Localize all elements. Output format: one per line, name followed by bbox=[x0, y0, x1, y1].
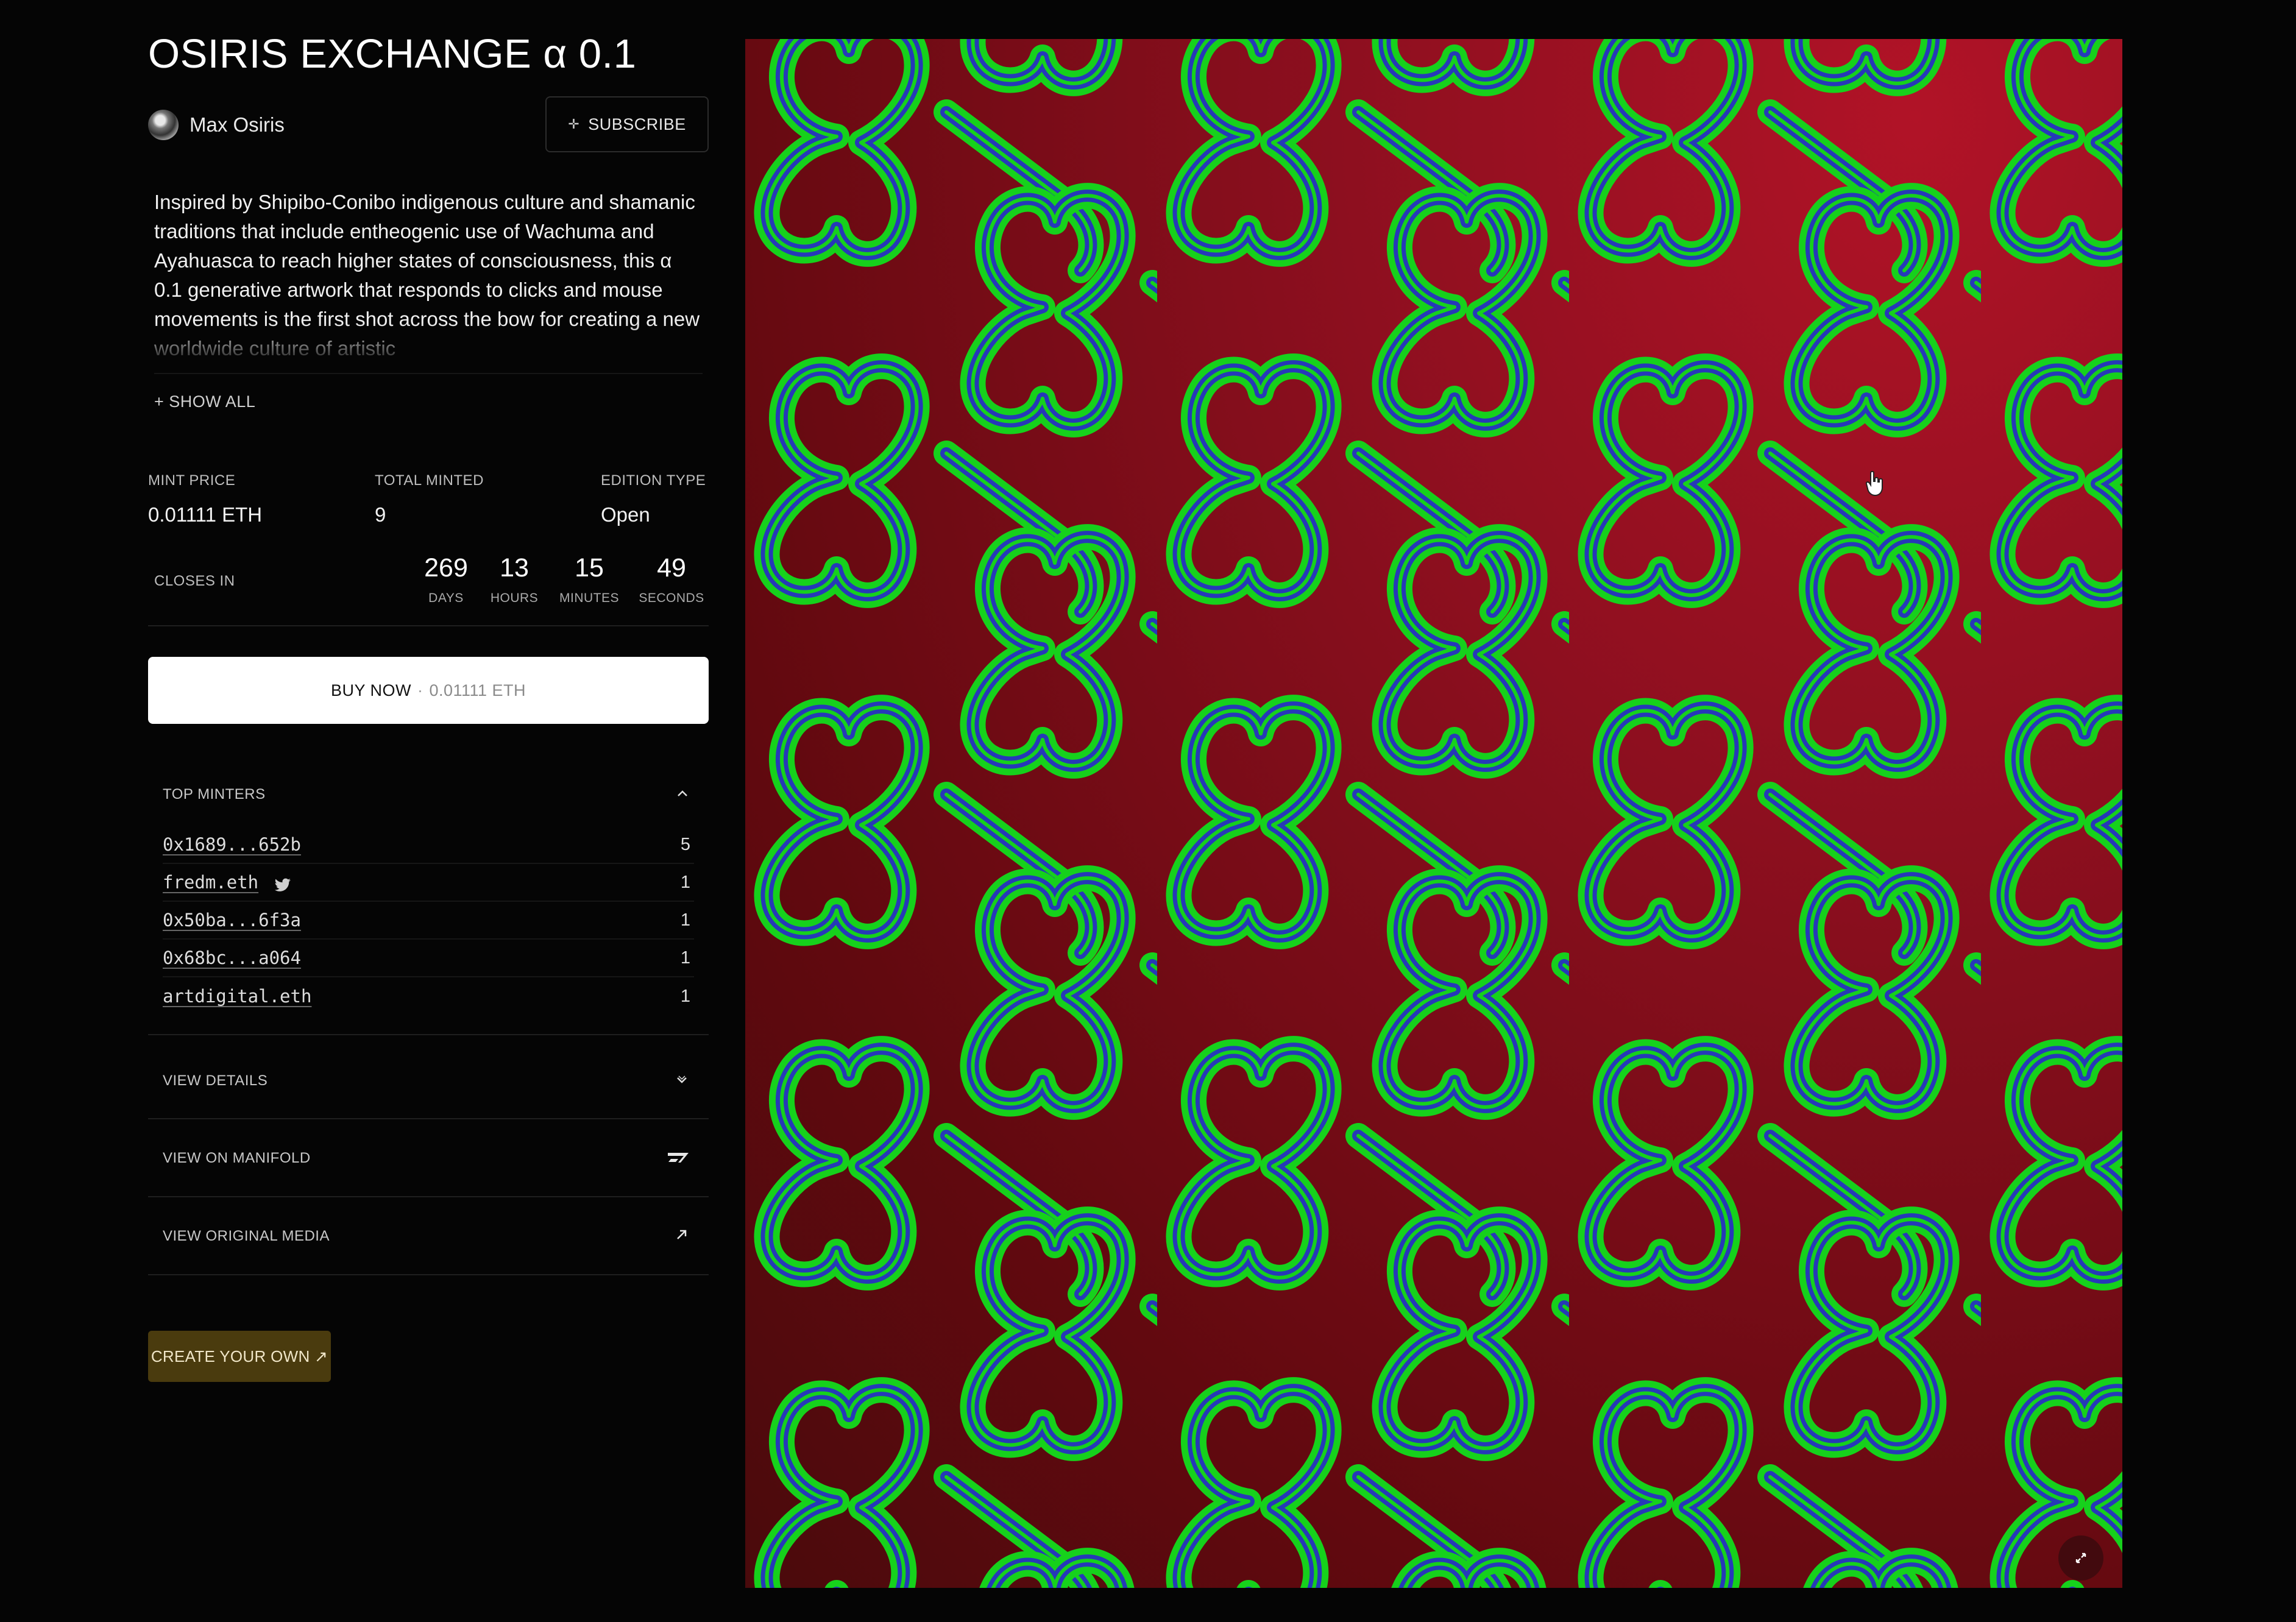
description-fade bbox=[148, 323, 709, 366]
minter-address-link[interactable]: fredm.eth bbox=[163, 872, 258, 893]
minter-row: 0x68bc...a064 1 bbox=[163, 940, 694, 977]
minter-row: 0x50ba...6f3a 1 bbox=[163, 902, 694, 940]
buy-separator: · bbox=[417, 681, 423, 699]
hours-value: 13 bbox=[500, 553, 529, 583]
buy-now-button[interactable]: BUY NOW · 0.01111 ETH bbox=[148, 657, 709, 724]
divider bbox=[148, 1274, 709, 1275]
days-value: 269 bbox=[424, 553, 468, 583]
hand-cursor-icon bbox=[1865, 470, 1883, 497]
page-title: OSIRIS EXCHANGE α 0.1 bbox=[148, 31, 637, 77]
minter-count: 5 bbox=[680, 834, 690, 854]
minter-address-link[interactable]: 0x50ba...6f3a bbox=[163, 910, 301, 930]
minter-left: artdigital.eth bbox=[163, 986, 311, 1007]
minter-count: 1 bbox=[680, 910, 690, 930]
divider bbox=[154, 373, 703, 374]
mint-price-value: 0.01111 ETH bbox=[148, 503, 263, 526]
minter-address-link[interactable]: artdigital.eth bbox=[163, 986, 311, 1007]
subscribe-label: SUBSCRIBE bbox=[588, 115, 686, 133]
countdown-seconds: 49 SECONDS bbox=[635, 552, 708, 606]
generative-artwork[interactable] bbox=[745, 39, 2122, 1588]
countdown-hours: 13 HOURS bbox=[478, 552, 551, 606]
minter-left: 0x50ba...6f3a bbox=[163, 910, 301, 930]
view-original-media-link[interactable]: VIEW ORIGINAL MEDIA bbox=[163, 1228, 330, 1245]
total-minted-label: TOTAL MINTED bbox=[375, 472, 484, 489]
left-panel: OSIRIS EXCHANGE α 0.1 Max Osiris ✛ SUBSC… bbox=[148, 0, 709, 1622]
total-minted-value: 9 bbox=[375, 503, 386, 526]
minter-count: 1 bbox=[680, 986, 690, 1006]
fullscreen-button[interactable] bbox=[2058, 1535, 2103, 1581]
closes-in-label: CLOSES IN bbox=[154, 573, 235, 589]
minutes-value: 15 bbox=[575, 553, 604, 583]
plus-icon: ✛ bbox=[568, 116, 580, 132]
artist-avatar bbox=[148, 110, 179, 140]
seconds-label: SECONDS bbox=[639, 591, 704, 605]
artist-link[interactable]: Max Osiris bbox=[148, 108, 285, 141]
minter-row: fredm.eth 1 bbox=[163, 864, 694, 902]
divider bbox=[148, 1118, 709, 1119]
divider bbox=[148, 1196, 709, 1197]
edition-type-label: EDITION TYPE bbox=[601, 472, 706, 489]
buy-price: 0.01111 ETH bbox=[429, 681, 526, 699]
minter-count: 1 bbox=[680, 947, 690, 968]
seconds-value: 49 bbox=[657, 553, 686, 583]
divider bbox=[148, 1034, 709, 1035]
countdown-minutes: 15 MINUTES bbox=[553, 552, 626, 606]
twitter-icon[interactable] bbox=[274, 878, 291, 893]
minter-left: fredm.eth bbox=[163, 872, 291, 893]
create-your-own-button[interactable]: CREATE YOUR OWN ↗ bbox=[148, 1331, 331, 1382]
manifold-icon[interactable] bbox=[666, 1149, 690, 1166]
chevron-down-icon[interactable] bbox=[673, 1071, 690, 1088]
chevron-up-icon[interactable] bbox=[675, 786, 690, 802]
artist-name: Max Osiris bbox=[190, 113, 285, 136]
days-label: DAYS bbox=[428, 591, 464, 605]
buy-label: BUY NOW bbox=[330, 681, 411, 699]
subscribe-button[interactable]: ✛ SUBSCRIBE bbox=[545, 96, 709, 152]
minter-left: 0x1689...652b bbox=[163, 834, 301, 855]
mint-price-label: MINT PRICE bbox=[148, 472, 236, 489]
external-link-icon[interactable] bbox=[673, 1226, 690, 1243]
minter-address-link[interactable]: 0x1689...652b bbox=[163, 834, 301, 855]
minutes-label: MINUTES bbox=[559, 591, 619, 605]
view-on-manifold-link[interactable]: VIEW ON MANIFOLD bbox=[163, 1150, 311, 1167]
divider bbox=[148, 625, 709, 626]
countdown-days: 269 DAYS bbox=[409, 552, 483, 606]
top-minters-title: TOP MINTERS bbox=[163, 786, 266, 802]
artwork-pattern bbox=[745, 39, 2122, 1588]
expand-icon bbox=[2075, 1553, 2086, 1564]
view-details-button[interactable]: VIEW DETAILS bbox=[163, 1072, 268, 1089]
minter-row: artdigital.eth 1 bbox=[163, 977, 694, 1015]
minter-count: 1 bbox=[680, 872, 690, 892]
edition-type-value: Open bbox=[601, 503, 650, 526]
hours-label: HOURS bbox=[490, 591, 539, 605]
minter-address-link[interactable]: 0x68bc...a064 bbox=[163, 947, 301, 968]
minter-left: 0x68bc...a064 bbox=[163, 947, 301, 968]
show-all-button[interactable]: + SHOW ALL bbox=[154, 392, 255, 411]
minter-row: 0x1689...652b 5 bbox=[163, 826, 694, 864]
